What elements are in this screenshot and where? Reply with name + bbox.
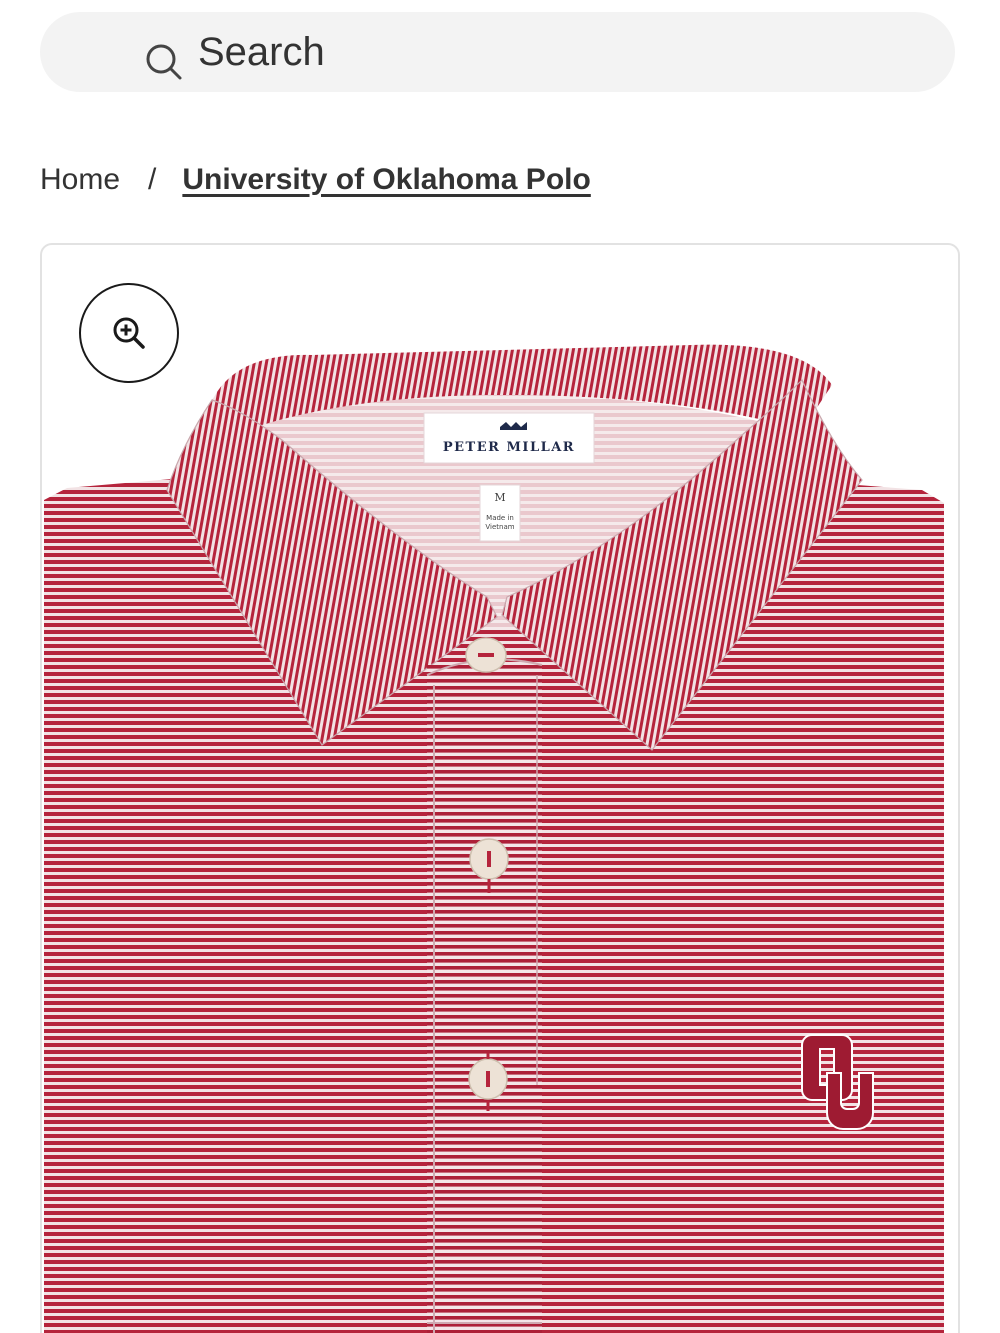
product-image-card[interactable]: PETER MILLAR M Made in Vietnam (40, 243, 960, 1333)
breadcrumb-current-link[interactable]: University of Oklahoma Polo (182, 163, 590, 197)
product-image: PETER MILLAR M Made in Vietnam (44, 344, 944, 1333)
search-input[interactable] (198, 12, 898, 92)
size-tag-text: M (494, 491, 505, 504)
shirt-button-top (465, 637, 507, 673)
breadcrumb-separator: / (148, 163, 157, 196)
origin-tag-line2: Vietnam (485, 523, 514, 531)
zoom-button[interactable] (79, 283, 179, 383)
breadcrumb-home-link[interactable]: Home (40, 163, 120, 197)
origin-tag-line1: Made in (486, 514, 514, 522)
search-icon[interactable] (144, 42, 184, 82)
brand-label-text: PETER MILLAR (443, 440, 575, 455)
search-bar[interactable] (40, 12, 955, 92)
breadcrumb: Home / University of Oklahoma Polo (40, 158, 591, 202)
zoom-in-icon (113, 317, 145, 349)
